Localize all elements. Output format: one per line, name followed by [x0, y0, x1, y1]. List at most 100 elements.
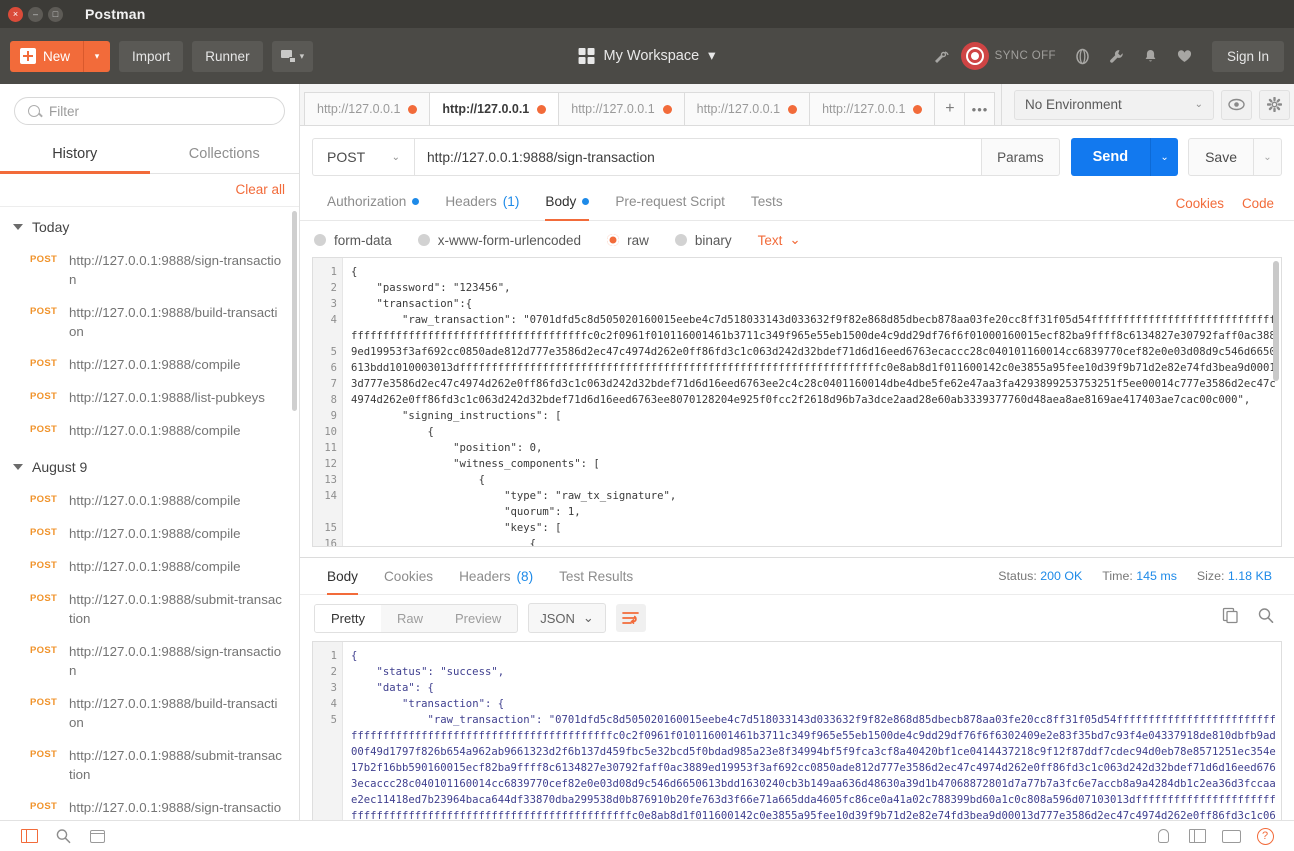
tab-authorization[interactable]: Authorization	[314, 186, 432, 220]
tips-button[interactable]	[1146, 825, 1180, 847]
history-item[interactable]: POST http://127.0.0.1:9888/compile	[0, 484, 299, 517]
history-item[interactable]: POST http://127.0.0.1:9888/list-pubkeys	[0, 381, 299, 414]
raw-format-selector[interactable]: Text ⌄	[758, 232, 801, 248]
response-view-modes: Pretty Raw Preview	[314, 603, 519, 633]
body-type-binary[interactable]: binary	[674, 233, 732, 248]
history-list[interactable]: Today POST http://127.0.0.1:9888/sign-tr…	[0, 207, 299, 820]
new-window-button[interactable]: ▾	[271, 40, 314, 72]
request-links: Cookies Code	[1176, 196, 1280, 211]
history-item[interactable]: POST http://127.0.0.1:9888/submit-transa…	[0, 583, 299, 635]
history-group-label: Today	[32, 219, 70, 235]
search-icon	[28, 105, 40, 117]
tab-headers[interactable]: Headers (1)	[432, 186, 532, 220]
tab-tests[interactable]: Tests	[738, 186, 796, 220]
clear-all-button[interactable]: Clear all	[235, 182, 285, 197]
find-button[interactable]	[46, 825, 80, 847]
word-wrap-button[interactable]	[615, 604, 646, 632]
request-tab[interactable]: http://127.0.0.1	[558, 92, 685, 125]
request-body-editor[interactable]: 1234567891011121314151617 { "password": …	[312, 257, 1282, 547]
cookies-link[interactable]: Cookies	[1176, 196, 1224, 211]
request-tab[interactable]: http://127.0.0.1	[809, 92, 936, 125]
sidebar-tab-history[interactable]: History	[0, 137, 150, 174]
body-type-options: form-data x-www-form-urlencoded raw bina…	[300, 221, 1294, 257]
sync-icon[interactable]	[960, 42, 989, 70]
keyboard-shortcuts-button[interactable]	[1214, 825, 1248, 847]
history-item[interactable]: POST http://127.0.0.1:9888/build-transac…	[0, 296, 299, 348]
history-group-august-9[interactable]: August 9	[0, 447, 299, 484]
request-body-text[interactable]: { "password": "123456", "transaction":{ …	[343, 258, 1281, 546]
response-format-selector[interactable]: JSON ⌄	[528, 603, 606, 633]
sidebar-tab-collections[interactable]: Collections	[150, 137, 300, 173]
send-button[interactable]: Send ⌄	[1070, 138, 1179, 176]
view-mode-preview[interactable]: Preview	[439, 605, 517, 632]
body-type-raw[interactable]: raw	[607, 233, 649, 248]
help-button[interactable]: ?	[1248, 825, 1282, 847]
history-item[interactable]: POST http://127.0.0.1:9888/sign-transact…	[0, 244, 299, 296]
tab-more-button[interactable]: •••	[964, 92, 996, 125]
layout-button[interactable]	[1180, 825, 1214, 847]
wrench-icon[interactable]	[1100, 39, 1134, 73]
workspace-selector[interactable]: My Workspace ▾	[578, 48, 715, 64]
line-number: 4	[330, 314, 337, 326]
history-item[interactable]: POST http://127.0.0.1:9888/compile	[0, 414, 299, 447]
search-button[interactable]	[1257, 607, 1274, 629]
history-item[interactable]: POST http://127.0.0.1:9888/compile	[0, 517, 299, 550]
editor-scrollbar[interactable]	[1273, 261, 1279, 381]
import-button[interactable]: Import	[119, 40, 184, 72]
bell-icon[interactable]	[1134, 39, 1168, 73]
globe-icon[interactable]	[1066, 39, 1100, 73]
size-value: 1.18 KB	[1227, 569, 1272, 583]
response-tab-headers[interactable]: Headers (8)	[446, 558, 546, 594]
view-mode-pretty[interactable]: Pretty	[315, 604, 381, 632]
request-tab-active[interactable]: http://127.0.0.1	[429, 92, 560, 125]
request-tab[interactable]: http://127.0.0.1	[304, 92, 431, 125]
response-tab-test-results[interactable]: Test Results	[546, 558, 646, 594]
window-minimize-button[interactable]: –	[28, 6, 43, 22]
filter-input[interactable]: Filter	[14, 97, 285, 125]
response-body-editor[interactable]: 1 2 3 4 5 { "status": "success", "data": { "…	[312, 641, 1282, 820]
body-type-form-data[interactable]: form-data	[314, 233, 392, 248]
window-maximize-button[interactable]: □	[48, 6, 63, 22]
satellite-icon[interactable]	[925, 39, 959, 73]
history-item[interactable]: POST http://127.0.0.1:9888/sign-transact…	[0, 635, 299, 687]
history-item[interactable]: POST http://127.0.0.1:9888/compile	[0, 348, 299, 381]
window-close-button[interactable]: ×	[8, 6, 23, 22]
history-group-today[interactable]: Today	[0, 207, 299, 244]
view-mode-raw[interactable]: Raw	[381, 605, 439, 632]
sidebar-toggle-button[interactable]	[12, 825, 46, 847]
console-button[interactable]	[80, 825, 114, 847]
sign-in-button[interactable]: Sign In	[1211, 40, 1284, 72]
sidebar-scrollbar[interactable]	[292, 211, 297, 411]
save-dropdown-caret[interactable]: ⌄	[1253, 139, 1281, 175]
code-link[interactable]: Code	[1242, 196, 1274, 211]
params-button[interactable]: Params	[982, 138, 1060, 176]
copy-button[interactable]	[1222, 607, 1239, 629]
environment-zone: No Environment ⌄	[1001, 84, 1290, 125]
history-item[interactable]: POST http://127.0.0.1:9888/compile	[0, 550, 299, 583]
save-button[interactable]: Save ⌄	[1188, 138, 1282, 176]
response-body-text[interactable]: { "status": "success", "data": { "transa…	[343, 642, 1281, 820]
environment-selector[interactable]: No Environment ⌄	[1014, 89, 1214, 120]
history-item-url: http://127.0.0.1:9888/list-pubkeys	[69, 390, 265, 405]
tab-pre-request-script[interactable]: Pre-request Script	[602, 186, 738, 220]
heart-icon[interactable]	[1168, 39, 1202, 73]
runner-button[interactable]: Runner	[192, 40, 263, 72]
new-button-main[interactable]: New	[10, 41, 83, 72]
new-button[interactable]: New ▾	[10, 40, 111, 72]
time-label: Time:	[1102, 569, 1133, 583]
method-selector[interactable]: POST ⌄	[312, 138, 414, 176]
history-item[interactable]: POST http://127.0.0.1:9888/submit-transa…	[0, 739, 299, 791]
response-tab-cookies[interactable]: Cookies	[371, 558, 446, 594]
body-type-urlencoded[interactable]: x-www-form-urlencoded	[417, 233, 581, 248]
response-tab-body[interactable]: Body	[314, 558, 371, 595]
new-tab-button[interactable]: +	[934, 92, 966, 125]
history-item[interactable]: POST http://127.0.0.1:9888/build-transac…	[0, 687, 299, 739]
environment-quick-look-button[interactable]	[1221, 89, 1252, 120]
send-dropdown-caret[interactable]: ⌄	[1150, 138, 1178, 176]
request-tab[interactable]: http://127.0.0.1	[683, 92, 811, 125]
url-input[interactable]: http://127.0.0.1:9888/sign-transaction	[414, 138, 983, 176]
history-item[interactable]: POST http://127.0.0.1:9888/sign-transact…	[0, 791, 299, 820]
tab-body[interactable]: Body	[532, 186, 602, 221]
new-dropdown-caret[interactable]: ▾	[83, 40, 110, 72]
settings-button[interactable]	[1259, 89, 1290, 120]
